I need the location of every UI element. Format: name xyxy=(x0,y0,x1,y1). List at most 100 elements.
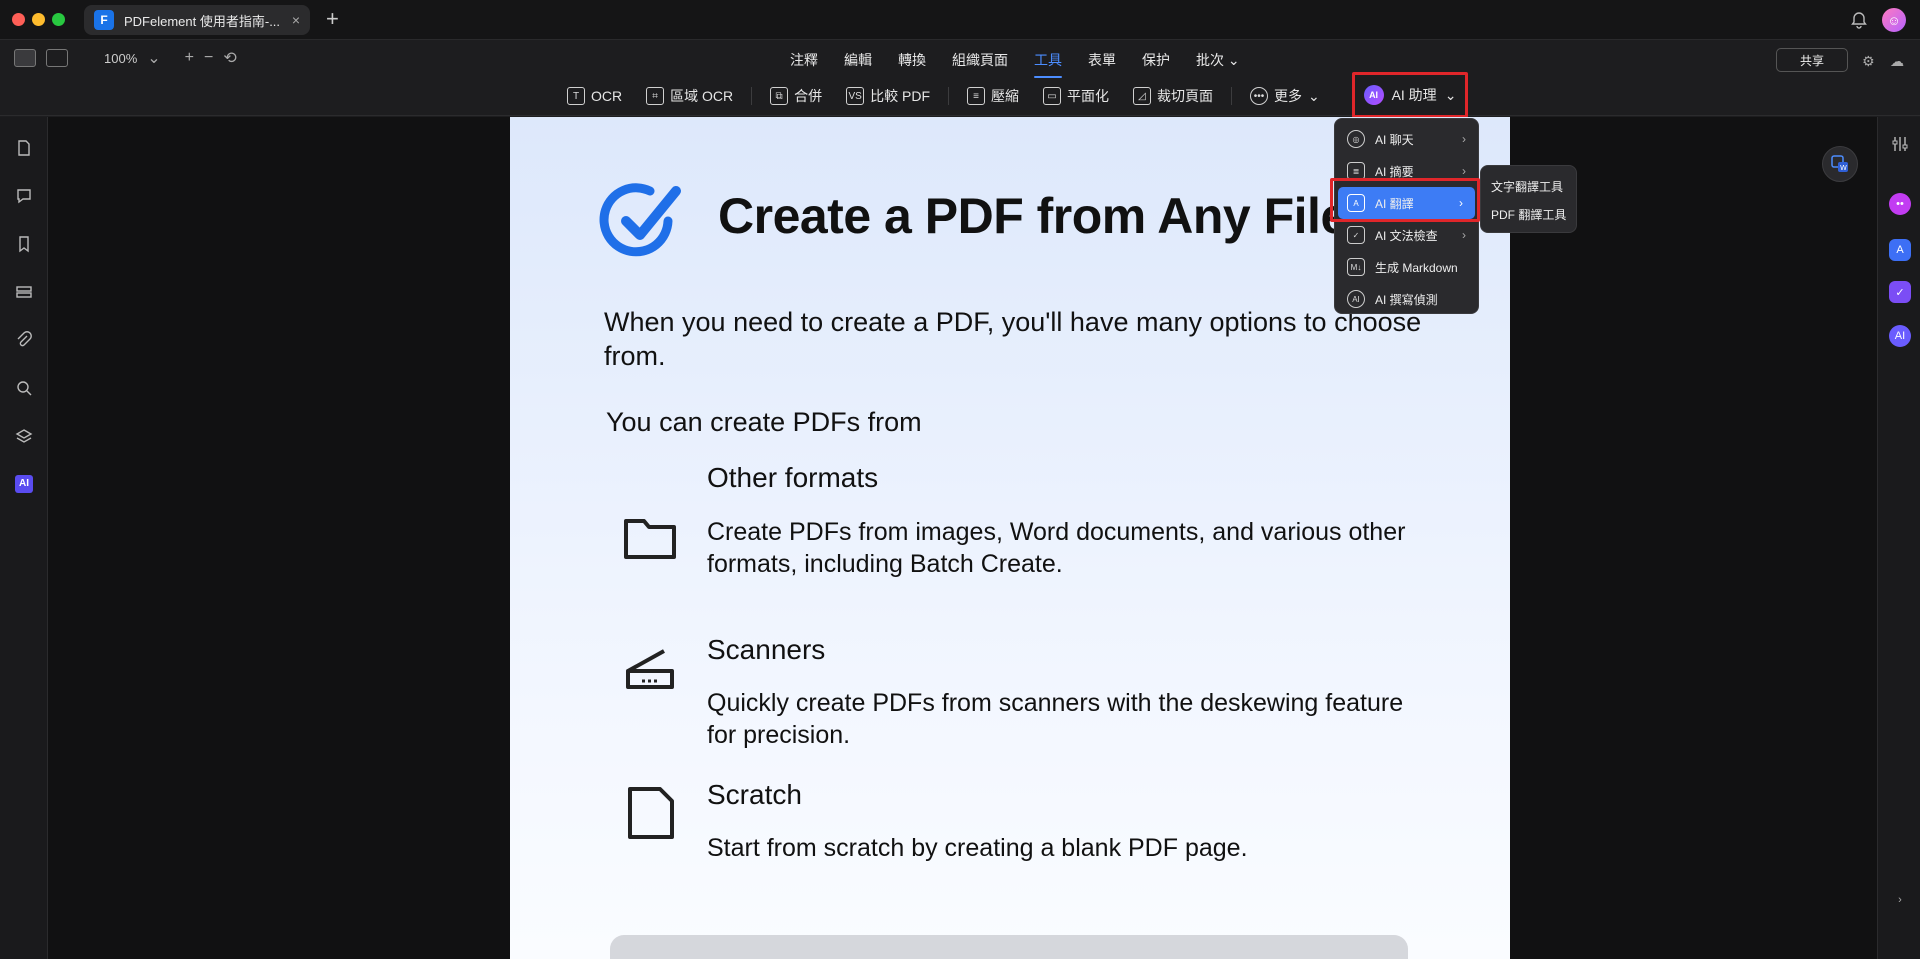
more-button[interactable]: ••• 更多 ⌄ xyxy=(1238,82,1332,110)
comment-icon[interactable] xyxy=(15,187,33,205)
ai-chat-icon: ◎ xyxy=(1347,130,1365,148)
single-page-view-icon[interactable] xyxy=(14,49,36,67)
merge-icon: ⧉ xyxy=(770,87,789,105)
tab-title: PDFelement 使用者指南-... xyxy=(124,13,281,29)
ai-menu-label: AI 聊天 xyxy=(1375,132,1414,147)
ai-menu-item-summary[interactable]: ≣ AI 摘要 › xyxy=(1335,155,1478,187)
bookmark-icon[interactable] xyxy=(15,235,33,253)
section-heading: Scratch xyxy=(707,779,802,810)
fit-page-icon[interactable]: ⟲ xyxy=(223,48,236,68)
area-ocr-label: 區域 OCR xyxy=(670,88,734,104)
layers-list-icon[interactable] xyxy=(15,283,33,301)
notification-bell-icon[interactable] xyxy=(1850,11,1868,29)
svg-text:W: W xyxy=(1840,164,1847,172)
section-text: Quickly create PDFs from scanners with t… xyxy=(707,689,1404,749)
zoom-in-icon[interactable]: + xyxy=(185,49,194,67)
ai-menu-item-detect[interactable]: AI AI 撰寫偵測 xyxy=(1335,283,1478,315)
zoom-dropdown-chevron-icon[interactable]: ⌄ xyxy=(147,48,160,68)
zoom-level[interactable]: 100% xyxy=(104,51,137,66)
window-maximize-button[interactable] xyxy=(52,13,65,26)
translate-icon[interactable]: A xyxy=(1889,239,1911,261)
properties-sliders-icon[interactable] xyxy=(1889,133,1911,155)
ai-menu-label: 生成 Markdown xyxy=(1375,260,1458,275)
new-tab-button[interactable]: + xyxy=(326,6,339,32)
cloud-upload-icon[interactable]: ☁ xyxy=(1890,53,1904,70)
tab-close-icon[interactable]: × xyxy=(292,12,300,28)
divider xyxy=(1231,87,1233,105)
ai-grammar-icon: ✓ xyxy=(1347,226,1365,244)
more-label: 更多 xyxy=(1274,88,1303,104)
ai-assistant-dropdown: ◎ AI 聊天 › ≣ AI 摘要 › A AI 翻譯 › ✓ AI 文法檢查 … xyxy=(1334,118,1479,314)
crop-icon: ◿ xyxy=(1133,87,1152,105)
search-icon[interactable] xyxy=(15,379,33,397)
more-dots-icon: ••• xyxy=(1250,87,1269,105)
menu-convert[interactable]: 轉換 xyxy=(898,50,926,78)
menu-organize[interactable]: 組織頁面 xyxy=(952,50,1008,78)
flatten-label: 平面化 xyxy=(1067,88,1110,104)
two-page-view-icon[interactable] xyxy=(46,49,68,67)
ai-chatbot-icon[interactable]: •• xyxy=(1889,193,1911,215)
chevron-right-icon: › xyxy=(1462,132,1466,146)
section-heading: Scanners xyxy=(707,634,826,665)
menu-protect[interactable]: 保护 xyxy=(1142,50,1170,78)
page-subtitle: You can create PDFs from xyxy=(606,407,922,437)
flatten-button[interactable]: ▭ 平面化 xyxy=(1031,82,1121,110)
stack-layers-icon[interactable] xyxy=(15,427,33,445)
menu-batch[interactable]: 批次 ⌄ xyxy=(1196,50,1240,78)
page-title: Create a PDF from Any File xyxy=(718,188,1348,244)
area-ocr-button[interactable]: ⌗ 區域 OCR xyxy=(634,82,745,110)
ai-translate-icon: A xyxy=(1347,194,1365,212)
floating-word-translate-icon[interactable]: W xyxy=(1822,146,1858,182)
ai-menu-label: AI 撰寫偵測 xyxy=(1375,292,1438,307)
ai-translate-submenu: 文字翻譯工具 PDF 翻譯工具 xyxy=(1480,165,1577,233)
checkmark-logo-icon xyxy=(599,183,681,257)
right-sidebar: •• A ✓ AI › xyxy=(1877,117,1920,959)
zoom-out-icon[interactable]: − xyxy=(204,49,213,67)
compress-button[interactable]: ≡ 壓縮 xyxy=(955,82,1031,110)
ai-assistant-button[interactable]: AI AI 助理 ⌄ xyxy=(1352,72,1468,118)
attachment-icon[interactable] xyxy=(15,331,33,349)
ai-menu-item-markdown[interactable]: M↓ 生成 Markdown xyxy=(1335,251,1478,283)
crop-page-button[interactable]: ◿ 裁切頁面 xyxy=(1121,82,1225,110)
page-thumbnail-icon[interactable] xyxy=(15,139,33,157)
merge-button[interactable]: ⧉ 合併 xyxy=(758,82,834,110)
user-avatar[interactable]: ☺ xyxy=(1882,8,1906,32)
submenu-pdf-translate[interactable]: PDF 翻譯工具 xyxy=(1481,200,1576,228)
submenu-text-translate[interactable]: 文字翻譯工具 xyxy=(1481,172,1576,200)
flatten-icon: ▭ xyxy=(1043,87,1062,105)
ai-menu-label: AI 翻譯 xyxy=(1375,196,1414,211)
document-viewport[interactable]: Create a PDF from Any File When you need… xyxy=(48,117,1877,959)
ai-summary-icon: ≣ xyxy=(1347,162,1365,180)
ai-assistant-icon[interactable]: AI xyxy=(1889,325,1911,347)
divider xyxy=(751,87,753,105)
ai-assistant-label: AI 助理 xyxy=(1391,87,1437,103)
menu-tools[interactable]: 工具 xyxy=(1034,50,1062,78)
menu-edit[interactable]: 編輯 xyxy=(844,50,872,78)
scanner-icon xyxy=(626,649,674,689)
grammar-check-icon[interactable]: ✓ xyxy=(1889,281,1911,303)
ai-menu-item-grammar[interactable]: ✓ AI 文法檢查 › xyxy=(1335,219,1478,251)
window-close-button[interactable] xyxy=(12,13,25,26)
compress-icon: ≡ xyxy=(967,87,986,105)
chevron-right-icon[interactable]: › xyxy=(1889,889,1911,911)
ai-sidebar-icon[interactable]: AI xyxy=(15,475,33,493)
compare-pdf-button[interactable]: VS 比較 PDF xyxy=(834,82,942,110)
window-minimize-button[interactable] xyxy=(32,13,45,26)
left-sidebar: AI xyxy=(0,117,48,959)
menu-form[interactable]: 表單 xyxy=(1088,50,1116,78)
account-tree-icon[interactable]: ⚙ xyxy=(1862,53,1875,70)
ai-menu-item-translate[interactable]: A AI 翻譯 › xyxy=(1338,187,1475,219)
area-ocr-icon: ⌗ xyxy=(646,87,665,105)
ocr-button[interactable]: T OCR xyxy=(555,82,634,110)
chevron-down-icon: ⌄ xyxy=(1444,86,1457,103)
tools-toolbar: T OCR ⌗ 區域 OCR ⧉ 合併 VS 比較 PDF ≡ 壓縮 ▭ 平面化 ◿ 裁切頁面… xyxy=(0,76,1920,116)
ocr-label: OCR xyxy=(591,88,623,104)
share-button[interactable]: 共享 xyxy=(1776,48,1848,72)
menu-annotate[interactable]: 注釋 xyxy=(790,50,818,78)
document-tab[interactable]: F PDFelement 使用者指南-... × xyxy=(84,5,310,35)
ai-menu-item-chat[interactable]: ◎ AI 聊天 › xyxy=(1335,123,1478,155)
chevron-right-icon: › xyxy=(1462,164,1466,178)
blank-page-icon xyxy=(628,787,674,839)
page-intro: When you need to create a PDF, you'll ha… xyxy=(604,307,1422,371)
folder-icon xyxy=(624,519,676,559)
